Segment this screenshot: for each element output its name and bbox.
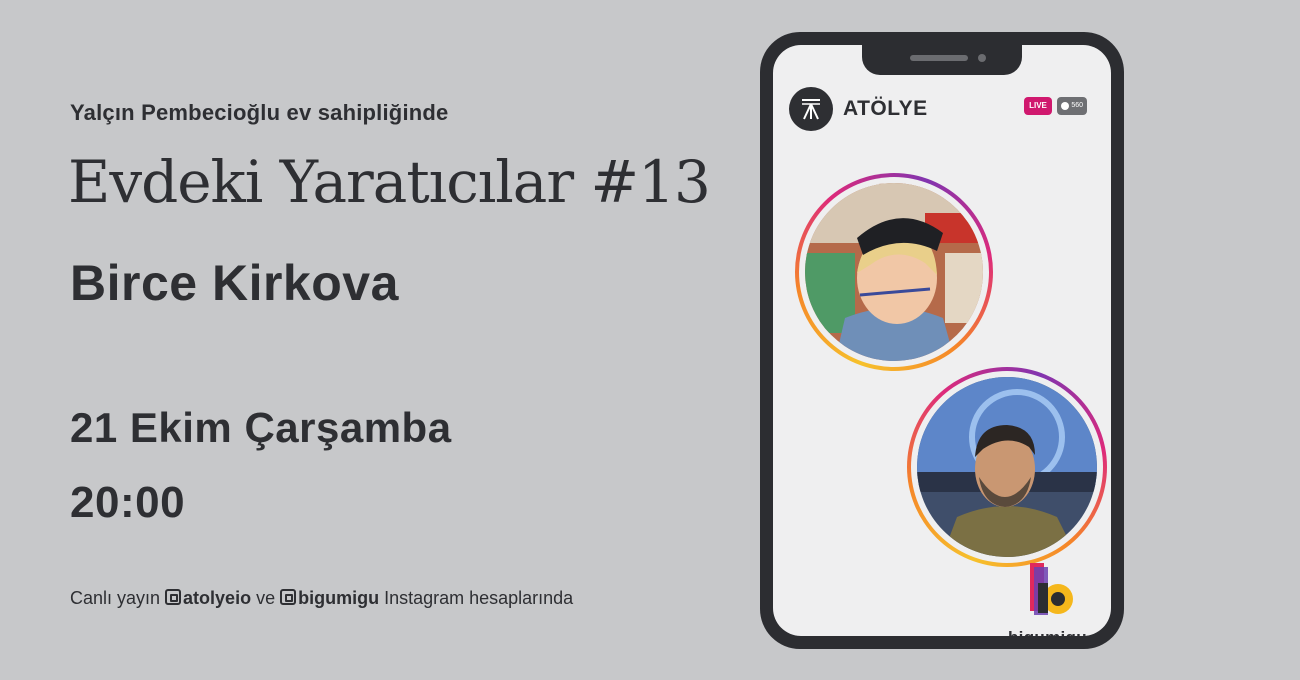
guest-photo <box>805 183 983 361</box>
instagram-icon <box>165 589 182 605</box>
bigumigu-logo-icon <box>1030 563 1073 615</box>
handle-bigumigu[interactable]: bigumigu <box>298 588 379 608</box>
broadcast-middle: ve <box>251 588 281 608</box>
bigumigu-wordmark: bigumigu <box>1008 628 1087 636</box>
guest-avatar <box>795 173 993 371</box>
broadcast-prefix: Canlı yayın <box>70 588 166 608</box>
phone-screen: ATÖLYE LIVE 560 <box>773 45 1111 636</box>
brand-name: ATÖLYE <box>843 97 928 120</box>
instagram-icon <box>280 589 297 605</box>
event-date: 21 Ekim Çarşamba <box>70 404 452 451</box>
broadcast-info: Canlı yayın atolyeio ve bigumigu Instagr… <box>70 588 573 609</box>
host-avatar <box>907 367 1107 567</box>
handle-atolyeio[interactable]: atolyeio <box>183 588 251 608</box>
guest-name: Birce Kirkova <box>70 255 399 311</box>
viewer-count: 560 <box>1071 102 1083 109</box>
phone-mockup: ATÖLYE LIVE 560 <box>760 32 1124 649</box>
host-photo <box>917 377 1097 557</box>
broadcast-suffix: Instagram hesaplarında <box>379 588 574 608</box>
host-line: Yalçın Pembecioğlu ev sahipliğinde <box>70 100 449 125</box>
viewer-count-badge: 560 <box>1057 97 1087 115</box>
event-time: 20:00 <box>70 478 186 527</box>
atolye-logo-icon <box>789 87 833 131</box>
camera-icon <box>978 54 986 62</box>
phone-notch <box>862 45 1022 75</box>
event-title: Evdeki Yaratıcılar #13 <box>68 148 711 216</box>
speaker-icon <box>910 55 968 61</box>
live-badge: LIVE <box>1024 97 1052 115</box>
eye-icon <box>1061 102 1069 110</box>
